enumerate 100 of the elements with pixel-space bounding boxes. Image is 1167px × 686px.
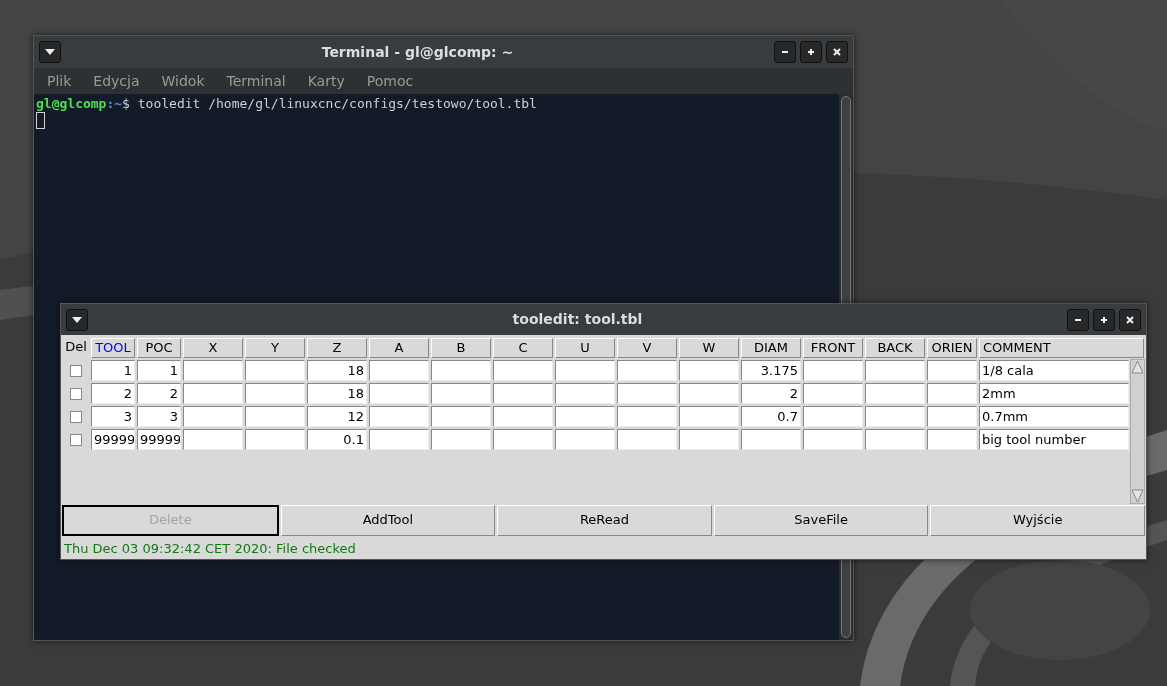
cell-field[interactable] — [927, 429, 977, 450]
cell-field[interactable]: 2 — [137, 383, 181, 404]
cell-field[interactable] — [493, 429, 553, 450]
cell-field[interactable]: 18 — [307, 360, 367, 381]
column-header[interactable]: C — [493, 338, 553, 358]
cell-field[interactable] — [245, 360, 305, 381]
column-header[interactable]: X — [183, 338, 243, 358]
cell-field[interactable] — [617, 406, 677, 427]
action-button[interactable]: AddTool — [280, 504, 496, 536]
action-button[interactable]: SaveFile — [713, 504, 929, 536]
cell-field[interactable] — [555, 383, 615, 404]
minimize-button[interactable] — [1067, 308, 1089, 331]
column-header[interactable]: V — [617, 338, 677, 358]
cell-field[interactable] — [679, 429, 739, 450]
menu-item[interactable]: Widok — [150, 70, 216, 92]
cell-field[interactable] — [617, 360, 677, 381]
cell-field[interactable]: 12 — [307, 406, 367, 427]
menu-item[interactable]: Edycja — [82, 70, 151, 92]
scroll-down-icon[interactable] — [1131, 488, 1144, 503]
menu-item[interactable]: Terminal — [215, 70, 297, 92]
cell-field[interactable] — [679, 406, 739, 427]
cell-field[interactable] — [865, 360, 925, 381]
cell-field[interactable]: 18 — [307, 383, 367, 404]
cell-field[interactable] — [865, 383, 925, 404]
cell-field[interactable]: 3 — [91, 406, 135, 427]
cell-field[interactable] — [741, 429, 801, 450]
cell-field[interactable] — [493, 360, 553, 381]
column-header[interactable]: POC — [137, 338, 181, 358]
cell-field[interactable] — [431, 406, 491, 427]
column-header[interactable]: A — [369, 338, 429, 358]
column-header[interactable]: Z — [307, 338, 367, 358]
checkbox[interactable] — [70, 387, 82, 400]
cell-field[interactable] — [617, 383, 677, 404]
cell-field[interactable] — [555, 360, 615, 381]
cell-field[interactable] — [555, 429, 615, 450]
minimize-button[interactable] — [774, 41, 796, 63]
column-header[interactable]: COMMENT — [979, 338, 1144, 358]
cell-field[interactable] — [431, 360, 491, 381]
cell-field[interactable] — [865, 406, 925, 427]
cell-field[interactable] — [183, 383, 243, 404]
checkbox[interactable] — [70, 410, 82, 423]
cell-field[interactable] — [803, 383, 863, 404]
cell-field[interactable]: 2 — [741, 383, 801, 404]
cell-field[interactable] — [369, 383, 429, 404]
cell-field[interactable]: 2mm — [979, 383, 1129, 404]
cell-field[interactable] — [679, 383, 739, 404]
cell-field[interactable] — [865, 429, 925, 450]
cell-field[interactable]: 99999 — [137, 429, 181, 450]
cell-field[interactable]: 1 — [91, 360, 135, 381]
cell-field[interactable] — [803, 429, 863, 450]
cell-field[interactable] — [183, 429, 243, 450]
maximize-button[interactable] — [800, 41, 822, 63]
close-button[interactable] — [1119, 308, 1141, 331]
cell-field[interactable] — [803, 360, 863, 381]
cell-field[interactable] — [927, 383, 977, 404]
menu-item[interactable]: Plik — [36, 70, 83, 92]
cell-field[interactable] — [927, 360, 977, 381]
action-button[interactable]: Wyjście — [930, 504, 1145, 536]
cell-field[interactable]: 1 — [137, 360, 181, 381]
cell-field[interactable] — [245, 406, 305, 427]
checkbox[interactable] — [70, 364, 82, 377]
cell-field[interactable] — [927, 406, 977, 427]
cell-field[interactable] — [245, 429, 305, 450]
cell-field[interactable] — [493, 406, 553, 427]
column-header[interactable]: DIAM — [741, 338, 801, 358]
cell-field[interactable] — [245, 383, 305, 404]
scrollbar[interactable] — [1130, 359, 1145, 504]
cell-field[interactable]: 3 — [137, 406, 181, 427]
window-menu-button[interactable] — [66, 308, 88, 331]
cell-field[interactable]: 0.7 — [741, 406, 801, 427]
cell-field[interactable]: big tool number — [979, 429, 1129, 450]
window-menu-button[interactable] — [39, 41, 61, 63]
column-header[interactable]: Y — [245, 338, 305, 358]
cell-field[interactable] — [183, 360, 243, 381]
menu-item[interactable]: Pomoc — [355, 70, 425, 92]
scroll-up-icon[interactable] — [1131, 360, 1144, 374]
cell-field[interactable] — [493, 383, 553, 404]
cell-field[interactable]: 0.1 — [307, 429, 367, 450]
cell-field[interactable] — [679, 360, 739, 381]
cell-field[interactable] — [369, 406, 429, 427]
cell-field[interactable] — [803, 406, 863, 427]
close-button[interactable] — [826, 41, 848, 63]
cell-field[interactable]: 3.175 — [741, 360, 801, 381]
cell-field[interactable] — [431, 383, 491, 404]
column-header[interactable]: FRONT — [803, 338, 863, 358]
cell-field[interactable] — [183, 406, 243, 427]
column-header[interactable]: U — [555, 338, 615, 358]
checkbox[interactable] — [70, 433, 82, 446]
menu-item[interactable]: Karty — [296, 70, 356, 92]
cell-field[interactable] — [369, 429, 429, 450]
action-button[interactable]: ReRead — [497, 504, 712, 536]
cell-field[interactable] — [617, 429, 677, 450]
cell-field[interactable] — [431, 429, 491, 450]
maximize-button[interactable] — [1093, 308, 1115, 331]
cell-field[interactable]: 99999 — [91, 429, 135, 450]
column-header[interactable]: B — [431, 338, 491, 358]
cell-field[interactable] — [555, 406, 615, 427]
column-header[interactable]: BACK — [865, 338, 925, 358]
column-header[interactable]: ORIEN — [927, 338, 977, 358]
cell-field[interactable]: 1/8 cala — [979, 360, 1129, 381]
